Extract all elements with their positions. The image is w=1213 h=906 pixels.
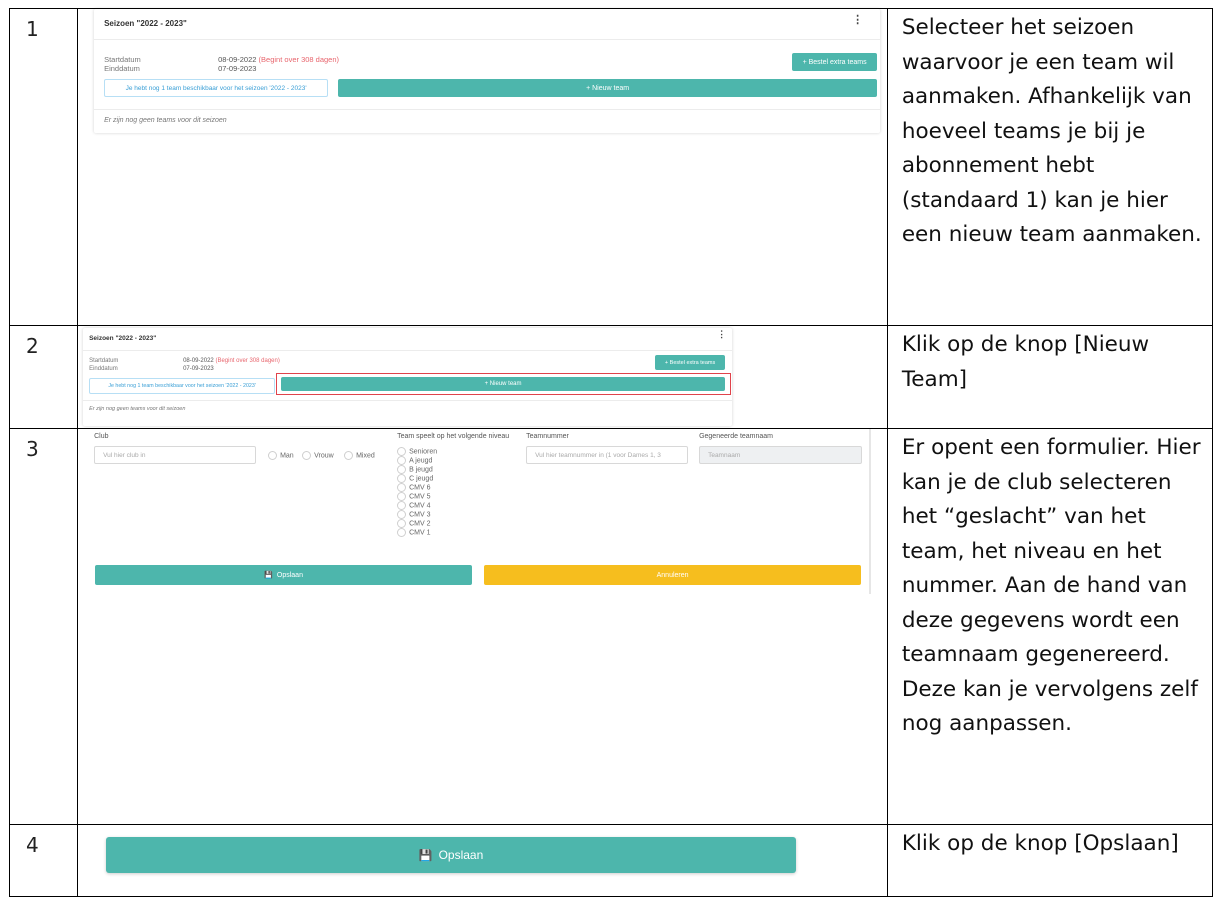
save-icon: 💾	[264, 572, 273, 579]
level-option[interactable]: CMV 4	[397, 501, 430, 510]
radio-icon	[397, 519, 407, 528]
gender-option-mixed[interactable]: Mixed	[344, 451, 375, 460]
end-value: 07-09-2023	[218, 64, 257, 73]
form-right-edge	[869, 429, 872, 594]
team-name-label: Gegeneerde teamnaam	[699, 433, 774, 440]
step-description: Selecteer het seizoen waarvoor je een te…	[886, 8, 1213, 326]
divider	[94, 39, 881, 40]
table-row: 4 💾 Opslaan Klik op de knop [Opslaan]	[8, 824, 1213, 897]
table-row: 1 Seizoen "2022 - 2023" ⋮ Startdatum 08-…	[8, 8, 1213, 326]
table-row: 2 Seizoen "2022 - 2023" ⋮ Startdatum 08-…	[8, 325, 1213, 429]
new-team-button[interactable]: + Nieuw team	[281, 377, 726, 391]
team-name-input[interactable]: Teamnaam	[699, 446, 863, 464]
season-title: Seizoen "2022 - 2023"	[104, 19, 187, 28]
level-option[interactable]: Senioren	[397, 447, 437, 456]
order-teams-button[interactable]: + Bestel extra teams	[792, 53, 878, 71]
gender-option-man[interactable]: Man	[268, 451, 294, 460]
season-card: Seizoen "2022 - 2023" ⋮ Startdatum 08-09…	[94, 9, 881, 133]
level-option[interactable]: B jeugd	[397, 465, 433, 474]
level-option[interactable]: CMV 1	[397, 528, 430, 537]
save-icon: 💾	[418, 849, 433, 862]
radio-icon	[397, 492, 407, 501]
radio-icon	[397, 510, 407, 519]
radio-icon	[268, 451, 278, 460]
kebab-menu-icon[interactable]: ⋮	[717, 329, 726, 340]
radio-icon	[397, 456, 407, 465]
level-option[interactable]: CMV 6	[397, 483, 430, 492]
available-teams-info: Je hebt nog 1 team beschikbaar voor het …	[104, 79, 329, 97]
step-description: Klik op de knop [Nieuw Team]	[886, 325, 1213, 429]
radio-icon	[397, 483, 407, 492]
team-number-input[interactable]: Vul hier teamnummer in (1 voor Dames 1, …	[526, 446, 689, 464]
season-title: Seizoen "2022 - 2023"	[89, 335, 157, 342]
divider	[83, 400, 733, 401]
screenshot-cell: Seizoen "2022 - 2023" ⋮ Startdatum 08-09…	[77, 325, 888, 429]
step-number: 3	[8, 428, 79, 825]
radio-icon	[397, 501, 407, 510]
club-input[interactable]: Vul hier club in	[94, 446, 257, 464]
start-value: 08-09-2022 (Begint over 308 dagen)	[218, 55, 340, 64]
save-button-large[interactable]: 💾 Opslaan	[106, 837, 797, 873]
club-label: Club	[94, 433, 109, 440]
radio-icon	[397, 465, 407, 474]
end-label: Einddatum	[89, 366, 118, 372]
step-number: 1	[8, 8, 79, 326]
screenshot-cell: Seizoen "2022 - 2023" ⋮ Startdatum 08-09…	[77, 8, 888, 326]
start-label: Startdatum	[104, 55, 141, 64]
end-value: 07-09-2023	[183, 366, 214, 372]
team-number-label: Teamnummer	[526, 433, 569, 440]
level-option[interactable]: C jeugd	[397, 474, 433, 483]
level-option[interactable]: CMV 5	[397, 492, 430, 501]
table-row: 3 Club Vul hier club in Man Vrouw Mixed …	[8, 428, 1213, 825]
cancel-button[interactable]: Annuleren	[484, 565, 862, 585]
instruction-table: 1 Seizoen "2022 - 2023" ⋮ Startdatum 08-…	[8, 8, 1213, 897]
divider	[94, 109, 881, 110]
level-option[interactable]: CMV 2	[397, 519, 430, 528]
kebab-menu-icon[interactable]: ⋮	[852, 13, 863, 26]
start-value: 08-09-2022 (Begint over 308 dagen)	[183, 358, 280, 364]
step-number: 4	[8, 824, 79, 897]
gender-option-vrouw[interactable]: Vrouw	[302, 451, 334, 460]
level-label: Team speelt op het volgende niveau	[397, 433, 510, 440]
start-note: (Begint over 308 dagen)	[258, 55, 340, 64]
empty-message: Er zijn nog geen teams voor dit seizoen	[104, 117, 227, 124]
level-option[interactable]: A jeugd	[397, 456, 432, 465]
season-card: Seizoen "2022 - 2023" ⋮ Startdatum 08-09…	[83, 328, 733, 426]
radio-icon	[302, 451, 312, 460]
order-teams-button[interactable]: + Bestel extra teams	[655, 355, 726, 370]
radio-icon	[397, 447, 407, 456]
start-note: (Begint over 308 dagen)	[215, 358, 280, 364]
radio-icon	[397, 528, 407, 537]
screenshot-cell: Club Vul hier club in Man Vrouw Mixed Te…	[77, 428, 888, 825]
step-number: 2	[8, 325, 79, 429]
end-label: Einddatum	[104, 64, 140, 73]
step-description: Er opent een formulier. Hier kan je de c…	[886, 428, 1213, 825]
new-team-button[interactable]: + Nieuw team	[338, 79, 878, 97]
radio-icon	[397, 474, 407, 483]
start-label: Startdatum	[89, 358, 119, 364]
empty-message: Er zijn nog geen teams voor dit seizoen	[89, 406, 186, 412]
save-button[interactable]: 💾 Opslaan	[95, 565, 473, 585]
level-option[interactable]: CMV 3	[397, 510, 430, 519]
step-description: Klik op de knop [Opslaan]	[886, 824, 1213, 897]
screenshot-cell: 💾 Opslaan	[77, 824, 888, 897]
divider	[83, 350, 733, 351]
available-teams-info: Je hebt nog 1 team beschikbaar voor het …	[89, 378, 276, 394]
radio-icon	[344, 451, 354, 460]
team-form: Club Vul hier club in Man Vrouw Mixed Te…	[82, 429, 882, 594]
